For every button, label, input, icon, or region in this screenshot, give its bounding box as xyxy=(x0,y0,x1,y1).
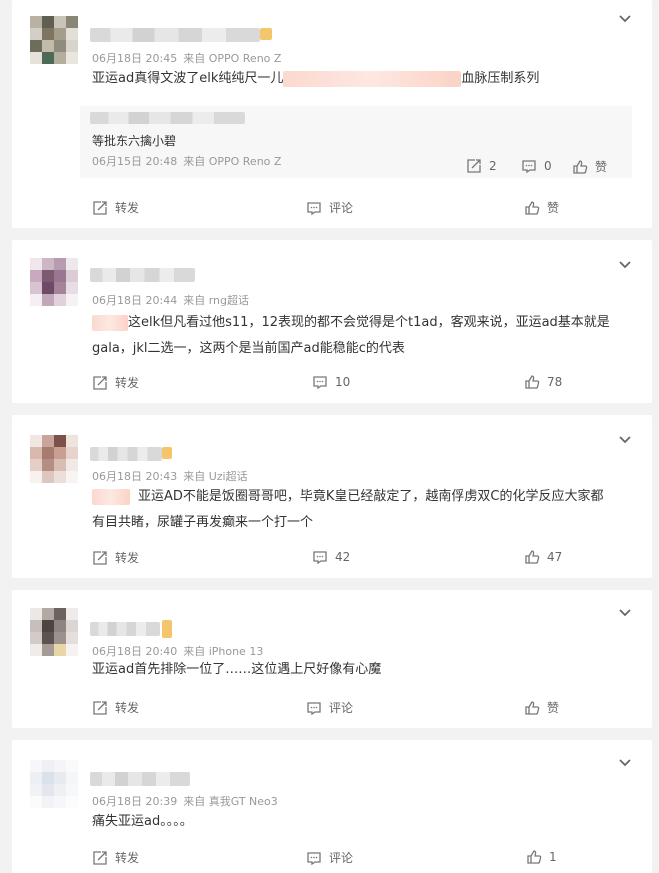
comment-card: 06月18日 20:40 来自 iPhone 13 亚运ad首先排除一位了……这位… xyxy=(12,590,652,728)
like-button[interactable]: 47 xyxy=(524,549,562,565)
chevron-down-icon[interactable] xyxy=(618,258,632,272)
comment-meta: 06月18日 20:39 来自 真我GT Neo3 xyxy=(92,795,278,808)
comment-icon xyxy=(313,376,327,390)
reply-like-button[interactable]: 赞 xyxy=(572,158,607,175)
repost-icon xyxy=(93,700,107,715)
comment-text: 这elk但凡看过他s11，12表现的都不会觉得是个t1ad，客观来说，亚运ad基… xyxy=(92,314,610,356)
repost-button[interactable]: 转发 xyxy=(92,699,139,716)
comment-text: 痛失亚运ad。。。。 xyxy=(92,814,193,829)
repost-icon xyxy=(467,159,481,173)
repost-button[interactable]: 转发 xyxy=(92,849,139,866)
chevron-down-icon[interactable] xyxy=(618,12,632,26)
comment-icon xyxy=(313,551,327,565)
comment-icon xyxy=(522,160,536,174)
username-redacted[interactable] xyxy=(90,28,260,42)
comment-text: 亚运ad首先排除一位了……这位遇上尺好像有心魔 xyxy=(92,662,382,677)
redacted-text xyxy=(283,70,462,87)
comment-time: 06月18日 20:45 xyxy=(92,52,178,65)
repost-icon xyxy=(93,850,107,865)
chevron-down-icon[interactable] xyxy=(618,606,632,620)
comment-icon xyxy=(307,851,321,865)
comment-card: 06月18日 20:45 来自 OPPO Reno Z 亚运ad真得文波了elk纯… xyxy=(12,0,652,228)
comment-button[interactable]: 评论 xyxy=(306,849,353,866)
reply-username-redacted[interactable] xyxy=(90,112,245,124)
thumbs-up-icon xyxy=(525,700,540,715)
comment-meta: 06月18日 20:44 来自 rng超话 xyxy=(92,294,249,307)
repost-button[interactable]: 转发 xyxy=(92,374,139,391)
reply-comment-button[interactable]: 0 xyxy=(521,158,552,174)
comment-actions: 转发 评论 1 xyxy=(12,849,652,869)
like-button[interactable]: 赞 xyxy=(524,199,559,216)
vip-badge xyxy=(260,28,272,40)
like-button[interactable]: 78 xyxy=(524,374,562,390)
comment-button[interactable]: 评论 xyxy=(306,199,353,216)
comment-actions: 转发 10 78 xyxy=(12,374,652,394)
reply-box: 等批东六擒小碧 06月15日 20:48 来自 OPPO Reno Z 2 0 赞 xyxy=(80,106,632,178)
thumbs-up-icon xyxy=(573,159,588,174)
comment-meta: 06月18日 20:45 来自 OPPO Reno Z xyxy=(92,50,281,66)
redacted-mention xyxy=(92,488,130,505)
vip-badge xyxy=(162,620,172,638)
comment-meta: 06月18日 20:43 来自 Uzi超话 xyxy=(92,470,248,483)
avatar[interactable] xyxy=(30,16,78,64)
thumbs-up-icon xyxy=(525,200,540,215)
comment-icon xyxy=(307,201,321,215)
username-redacted[interactable] xyxy=(90,268,195,282)
comment-button[interactable]: 10 xyxy=(312,374,350,390)
comment-card: 06月18日 20:44 来自 rng超话 这elk但凡看过他s11，12表现的都… xyxy=(12,240,652,403)
repost-icon xyxy=(93,375,107,390)
redacted-mention xyxy=(92,314,128,331)
avatar[interactable] xyxy=(30,435,78,483)
avatar[interactable] xyxy=(30,258,78,306)
reply-repost-button[interactable]: 2 xyxy=(466,158,497,174)
comment-text: 亚运AD不能是饭圈哥哥吧，毕竟K皇已经敲定了，越南俘虏双C的化学反应大家都 有目共… xyxy=(92,488,604,530)
comment-actions: 转发 评论 赞 xyxy=(12,699,652,719)
thumbs-up-icon xyxy=(527,850,542,864)
username-redacted[interactable] xyxy=(90,622,160,636)
thumbs-up-icon xyxy=(525,550,540,564)
comment-card: 06月18日 20:43 来自 Uzi超话 亚运AD不能是饭圈哥哥吧，毕竟K皇已经… xyxy=(12,415,652,578)
repost-button[interactable]: 转发 xyxy=(92,199,139,216)
username-redacted[interactable] xyxy=(90,772,190,786)
like-button[interactable]: 1 xyxy=(526,849,557,865)
like-button[interactable]: 赞 xyxy=(524,699,559,716)
chevron-down-icon[interactable] xyxy=(618,756,632,770)
comment-actions: 转发 评论 赞 xyxy=(12,199,652,219)
thumbs-up-icon xyxy=(525,375,540,389)
avatar[interactable] xyxy=(30,608,78,656)
comment-card: 06月18日 20:39 来自 真我GT Neo3 痛失亚运ad。。。。 转发 评… xyxy=(12,740,652,873)
vip-badge xyxy=(162,447,172,459)
username-redacted[interactable] xyxy=(90,447,162,461)
chevron-down-icon[interactable] xyxy=(618,433,632,447)
comment-source: 来自 OPPO Reno Z xyxy=(183,52,282,65)
comment-text: 亚运ad真得文波了elk纯纯尺一儿 血脉压制系列 xyxy=(92,70,540,87)
comment-button[interactable]: 42 xyxy=(312,549,350,565)
repost-icon xyxy=(93,550,107,565)
comment-icon xyxy=(307,701,321,715)
comment-actions: 转发 42 47 xyxy=(12,549,652,569)
repost-button[interactable]: 转发 xyxy=(92,549,139,566)
reply-meta: 06月15日 20:48 来自 OPPO Reno Z xyxy=(92,155,282,168)
comment-button[interactable]: 评论 xyxy=(306,699,353,716)
repost-icon xyxy=(93,200,107,215)
avatar[interactable] xyxy=(30,760,78,808)
reply-text: 等批东六擒小碧 xyxy=(92,134,177,148)
